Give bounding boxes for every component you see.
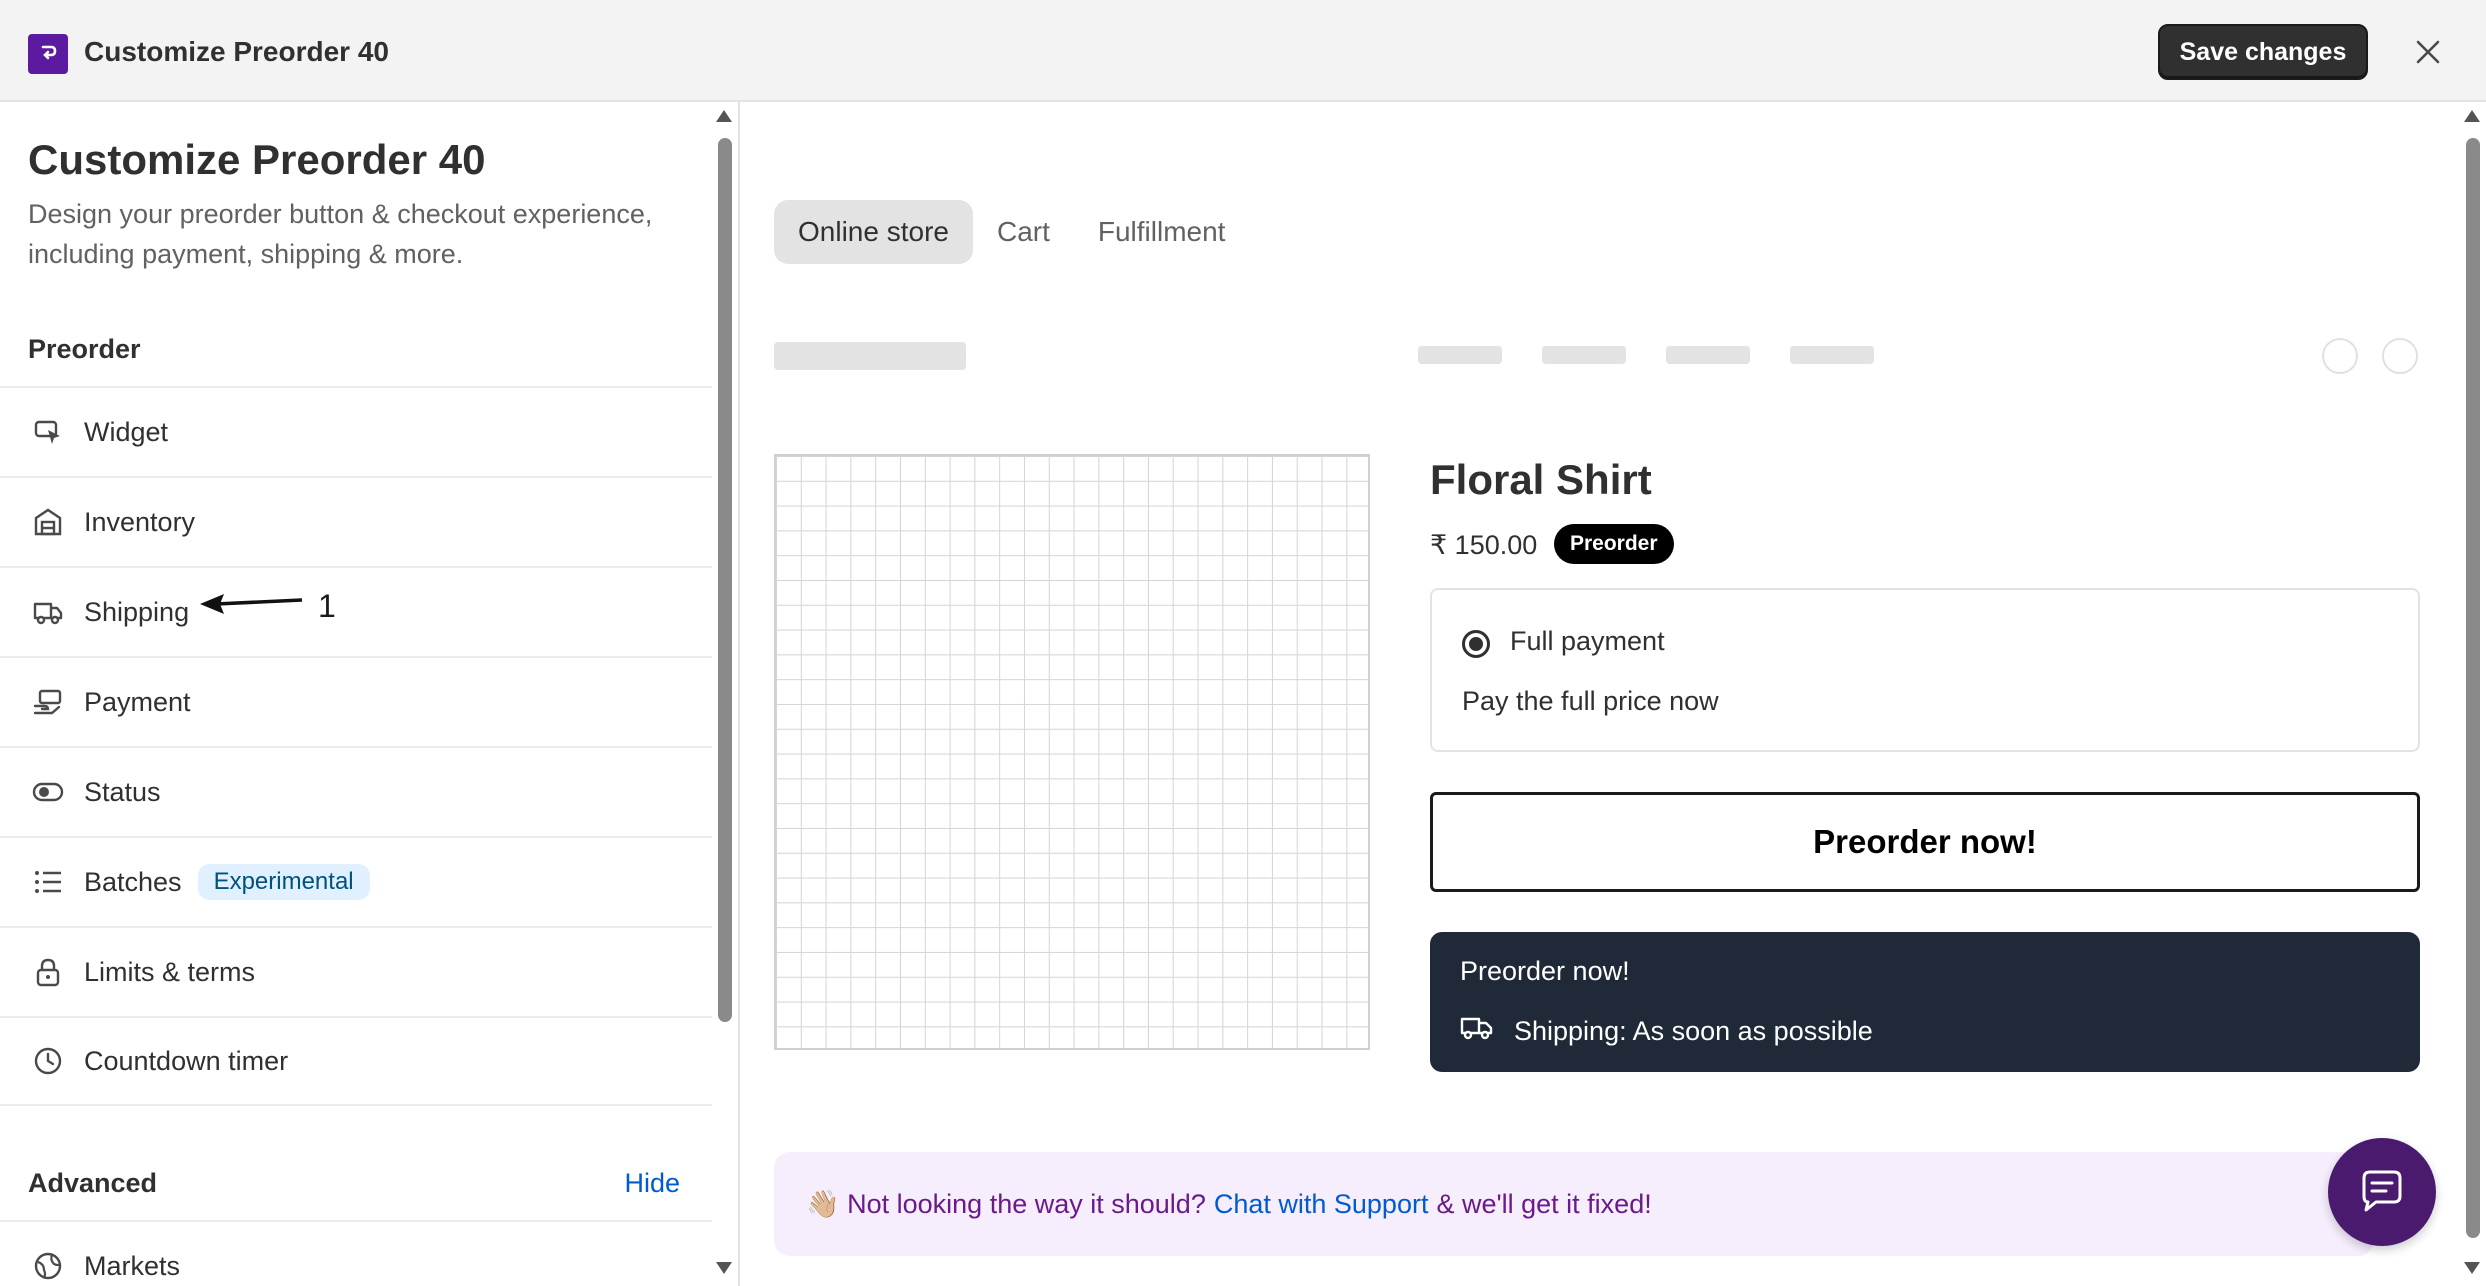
scroll-up-icon[interactable] <box>2464 110 2480 122</box>
hand-cash-icon <box>28 682 68 722</box>
sidebar-item-limits-terms[interactable]: Limits & terms <box>0 926 712 1016</box>
top-bar: Customize Preorder 40 Save changes <box>0 0 2486 102</box>
product-price: ₹ 150.00 <box>1430 530 1538 560</box>
sidebar: Customize Preorder 40 Design your preord… <box>0 102 740 1286</box>
scroll-up-icon[interactable] <box>716 110 732 122</box>
annotation-arrow-icon <box>200 594 303 614</box>
truck-icon <box>28 592 68 632</box>
chat-support-button[interactable] <box>2328 1138 2436 1246</box>
annotation-number: 1 <box>318 588 336 624</box>
support-suffix: & we'll get it fixed! <box>1436 1188 1652 1219</box>
sidebar-item-label: Limits & terms <box>84 956 256 987</box>
warehouse-icon <box>28 502 68 542</box>
sidebar-item-widget[interactable]: Widget <box>0 386 712 476</box>
chat-bubble-icon <box>2362 1170 2402 1212</box>
preview-scroll-thumb[interactable] <box>2466 138 2480 1238</box>
preview-panel: Online store Cart Fulfillment Floral Shi… <box>742 102 2486 1286</box>
sidebar-item-shipping[interactable]: Shipping <box>0 566 712 656</box>
skeleton-nav-link <box>1542 346 1626 364</box>
app-logo-icon <box>28 34 68 74</box>
tab-online-store[interactable]: Online store <box>774 200 973 264</box>
sidebar-item-label: Widget <box>84 416 169 447</box>
sidebar-item-countdown-timer[interactable]: Countdown timer <box>0 1016 712 1106</box>
tab-fulfillment[interactable]: Fulfillment <box>1074 200 1250 264</box>
full-payment-radio[interactable] <box>1462 630 1490 658</box>
save-changes-button[interactable]: Save changes <box>2158 24 2368 80</box>
skeleton-logo <box>774 342 966 370</box>
product-image-placeholder <box>774 454 1370 1050</box>
sidebar-scrollbar[interactable] <box>714 102 734 1286</box>
sidebar-item-label: Batches <box>84 866 182 897</box>
skeleton-cart-icon <box>2382 338 2418 374</box>
sidebar-item-label: Shipping <box>84 596 190 627</box>
sidebar-item-markets[interactable]: Markets <box>0 1220 712 1286</box>
support-prefix: 👋🏼 Not looking the way it should? <box>806 1189 1206 1219</box>
sidebar-scroll-thumb[interactable] <box>718 138 732 1022</box>
payment-option-description: Pay the full price now <box>1462 686 1719 716</box>
scroll-down-icon[interactable] <box>716 1262 732 1274</box>
preview-scrollbar[interactable] <box>2462 102 2482 1286</box>
sidebar-item-inventory[interactable]: Inventory <box>0 476 712 566</box>
lock-icon <box>28 952 68 992</box>
window-title: Customize Preorder 40 <box>84 36 389 67</box>
preview-tabs: Online store Cart Fulfillment <box>774 200 1249 264</box>
tab-cart[interactable]: Cart <box>973 200 1074 264</box>
sidebar-item-label: Inventory <box>84 506 196 537</box>
preorder-info-title: Preorder now! <box>1460 956 1630 986</box>
experimental-badge: Experimental <box>197 864 370 900</box>
globe-icon <box>28 1246 68 1286</box>
hide-advanced-link[interactable]: Hide <box>624 1168 680 1199</box>
section-advanced: Advanced <box>28 1168 158 1198</box>
skeleton-nav-link <box>1418 346 1502 364</box>
sidebar-description: Design your preorder button & checkout e… <box>28 199 653 269</box>
skeleton-account-icon <box>2322 338 2358 374</box>
skeleton-nav-link <box>1666 346 1750 364</box>
sidebar-item-label: Payment <box>84 686 191 717</box>
chat-support-link[interactable]: Chat with Support <box>1214 1189 1429 1220</box>
sidebar-title: Customize Preorder 40 <box>28 136 486 183</box>
preorder-info-box: Preorder now! Shipping: As soon as possi… <box>1430 932 2420 1072</box>
cursor-pointer-icon <box>28 412 68 452</box>
close-icon[interactable] <box>2406 30 2450 74</box>
shipping-info-text: Shipping: As soon as possible <box>1514 1016 1873 1046</box>
payment-option-box[interactable]: Full payment Pay the full price now <box>1430 588 2420 752</box>
sidebar-item-label: Status <box>84 776 161 807</box>
section-preorder: Preorder <box>28 334 141 364</box>
product-title: Floral Shirt <box>1430 456 1652 503</box>
sidebar-item-status[interactable]: Status <box>0 746 712 836</box>
clock-icon <box>28 1041 68 1081</box>
sidebar-item-label: Countdown timer <box>84 1045 289 1076</box>
sidebar-item-label: Markets <box>84 1250 181 1281</box>
shipping-info: Shipping: As soon as possible <box>1460 1014 1873 1049</box>
sidebar-item-payment[interactable]: Payment <box>0 656 712 746</box>
preorder-badge: Preorder <box>1554 524 1674 564</box>
list-icon <box>28 862 68 902</box>
preorder-now-button[interactable]: Preorder now! <box>1430 792 2420 892</box>
truck-icon <box>1460 1014 1494 1049</box>
skeleton-nav-link <box>1790 346 1874 364</box>
sidebar-item-batches[interactable]: Batches Experimental <box>0 836 712 926</box>
support-banner: 👋🏼 Not looking the way it should? Chat w… <box>774 1152 2374 1256</box>
scroll-down-icon[interactable] <box>2464 1262 2480 1274</box>
payment-option-label: Full payment <box>1510 626 1665 656</box>
toggle-icon <box>28 772 68 812</box>
